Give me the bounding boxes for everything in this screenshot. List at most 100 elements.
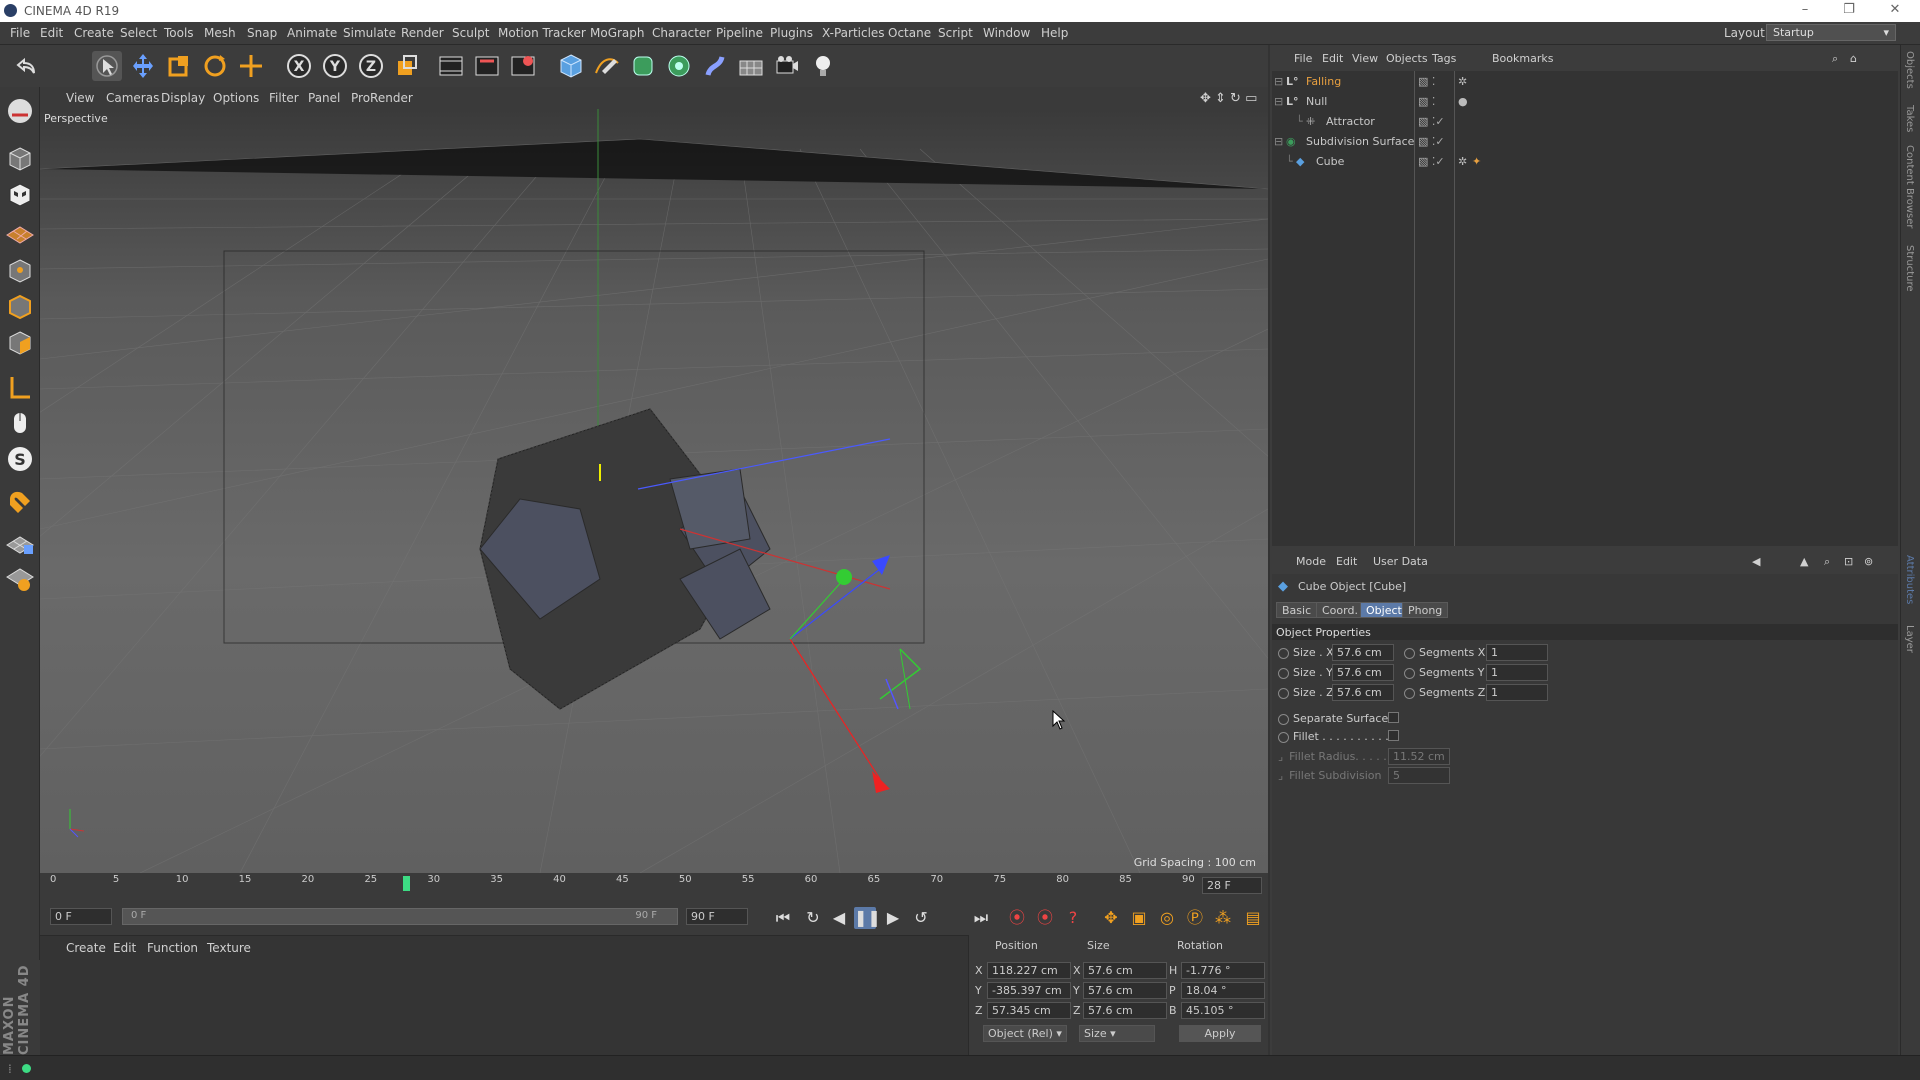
menu-render[interactable]: Render	[401, 26, 444, 40]
material-menu-texture[interactable]: Texture	[207, 941, 251, 955]
x-axis-icon[interactable]: X	[284, 51, 314, 81]
material-menu-create[interactable]: Create	[66, 941, 106, 955]
points-mode-icon[interactable]	[4, 255, 36, 287]
expand-icon[interactable]: ⊟	[1274, 135, 1283, 148]
key-point-level-icon[interactable]: ⁂	[1212, 907, 1234, 929]
material-menu-function[interactable]: Function	[147, 941, 198, 955]
menu-edit[interactable]: Edit	[40, 26, 63, 40]
size-y-field[interactable]: 57.6 cm	[1083, 982, 1167, 999]
menu-help[interactable]: Help	[1041, 26, 1068, 40]
tab-object[interactable]: Object	[1360, 602, 1408, 618]
timeline-playhead[interactable]	[403, 876, 411, 891]
animate-radio[interactable]	[1404, 667, 1415, 679]
attr-segments-y-field[interactable]: 1	[1486, 664, 1548, 681]
object-row-cube[interactable]: └ ◆ Cube ▧ ⁚✓ ✲ ✦	[1272, 152, 1898, 172]
recent-tool-icon[interactable]	[236, 51, 266, 81]
animate-radio[interactable]	[1278, 687, 1289, 699]
menu-x-particles[interactable]: X-Particles	[822, 26, 885, 40]
timeline-ruler[interactable]: 0 5 10 15 20 25 30 35 40 45 50 55 60 65 70 75 80 85 90 28 …	[40, 873, 1268, 899]
record-keyframe-icon[interactable]: ⦿	[1006, 907, 1028, 929]
quantize-icon[interactable]	[4, 563, 36, 595]
expand-icon[interactable]: ⊟	[1274, 95, 1283, 108]
viewport-menu-display[interactable]: Display	[161, 91, 205, 105]
axis-mode-icon[interactable]	[4, 371, 36, 403]
object-menu-view[interactable]: View	[1352, 52, 1378, 65]
size-x-field[interactable]: 57.6 cm	[1083, 962, 1167, 979]
attr-size-x-field[interactable]: 57.6 cm	[1332, 644, 1394, 661]
object-list[interactable]: ⊟ L° Falling ▧ ⁚ ✲ ⊟ L° Null ▧ ⁚ ● └ ⁜ A…	[1272, 71, 1898, 546]
light-icon[interactable]	[808, 51, 838, 81]
render-view-icon[interactable]	[436, 51, 466, 81]
object-row-attractor[interactable]: └ ⁜ Attractor ▧ ⁚✓	[1272, 112, 1898, 132]
texture-mode-icon[interactable]	[4, 179, 36, 211]
attr-segments-x-field[interactable]: 1	[1486, 644, 1548, 661]
menu-tools[interactable]: Tools	[164, 26, 194, 40]
key-parameter-icon[interactable]: Ⓟ	[1184, 907, 1206, 929]
separate-surfaces-checkbox[interactable]	[1388, 712, 1399, 723]
object-row-falling[interactable]: ⊟ L° Falling ▧ ⁚ ✲	[1272, 72, 1898, 92]
position-x-field[interactable]: 118.227 cm	[987, 962, 1071, 979]
solo-mode-icon[interactable]: S	[4, 443, 36, 475]
viewport-menu-options[interactable]: Options	[213, 91, 259, 105]
workplane-lock-icon[interactable]	[4, 527, 36, 559]
object-name[interactable]: Cube	[1316, 155, 1344, 168]
menu-animate[interactable]: Animate	[287, 26, 337, 40]
tab-phong[interactable]: Phong	[1402, 602, 1449, 618]
menu-snap[interactable]: Snap	[247, 26, 277, 40]
expand-icon[interactable]: ⊟	[1274, 75, 1283, 88]
menu-window[interactable]: Window	[983, 26, 1030, 40]
viewport-menu-cameras[interactable]: Cameras	[106, 91, 159, 105]
side-tab-layer[interactable]: Layer	[1904, 625, 1915, 653]
viewport-menu-filter[interactable]: Filter	[269, 91, 299, 105]
side-tab-attributes[interactable]: Attributes	[1904, 555, 1915, 604]
search-icon[interactable]: ⌕	[1824, 555, 1830, 569]
visibility-icons[interactable]: ▧ ⁚	[1418, 75, 1435, 88]
settings-icon[interactable]: ⊚	[1864, 555, 1873, 568]
maximize-button[interactable]: ❐	[1834, 2, 1864, 20]
visibility-icons[interactable]: ▧ ⁚✓	[1418, 155, 1445, 168]
pen-spline-icon[interactable]	[592, 51, 622, 81]
tag-icon[interactable]: ✲	[1458, 155, 1467, 168]
keyframe-selection-icon[interactable]: ?	[1062, 907, 1084, 929]
perspective-viewport[interactable]: Perspective Grid Spacing : 100 cm	[40, 109, 1268, 873]
previous-frame-icon[interactable]: ◀	[828, 907, 850, 929]
scale-icon[interactable]	[164, 51, 194, 81]
apply-button[interactable]: Apply	[1179, 1025, 1261, 1042]
menu-mesh[interactable]: Mesh	[204, 26, 236, 40]
model-mode-icon[interactable]	[4, 143, 36, 175]
tweak-mode-icon[interactable]	[4, 407, 36, 439]
back-arrow-icon[interactable]: ◀	[1752, 555, 1760, 568]
up-arrow-icon[interactable]: ▲	[1800, 555, 1808, 568]
move-icon[interactable]	[128, 51, 158, 81]
workplane-icon[interactable]	[4, 215, 36, 247]
coord-mode-select[interactable]: Object (Rel) ▾	[983, 1025, 1067, 1042]
search-icon[interactable]: ⌕	[1832, 52, 1838, 66]
tag-icon[interactable]: ✦	[1472, 155, 1481, 168]
autokey-icon[interactable]: ⦿	[1034, 907, 1056, 929]
menu-octane[interactable]: Octane	[888, 26, 931, 40]
camera-icon[interactable]	[772, 51, 802, 81]
pause-button[interactable]: ❚❚	[854, 907, 881, 929]
object-menu-bookmarks[interactable]: Bookmarks	[1492, 52, 1553, 65]
material-manager[interactable]: Create Edit Function Texture	[40, 935, 968, 1055]
go-to-end-icon[interactable]: ⏭	[970, 907, 992, 929]
object-menu-tags[interactable]: Tags	[1432, 52, 1456, 65]
viewport-menu-view[interactable]: View	[66, 91, 94, 105]
visibility-icons[interactable]: ▧ ⁚✓	[1418, 135, 1445, 148]
floor-scene-icon[interactable]	[736, 51, 766, 81]
edges-mode-icon[interactable]	[4, 291, 36, 323]
menu-motion-tracker[interactable]: Motion Tracker	[498, 26, 586, 40]
position-y-field[interactable]: -385.397 cm	[987, 982, 1071, 999]
rotation-h-field[interactable]: -1.776 °	[1181, 962, 1265, 979]
attr-segments-z-field[interactable]: 1	[1486, 684, 1548, 701]
frame-range-slider[interactable]: 0 F 90 F	[122, 908, 678, 925]
start-frame-field[interactable]: 0 F	[50, 908, 112, 925]
viewport-nav-icons[interactable]: ✥ ⇕ ↻ ▭	[1200, 91, 1257, 106]
fillet-radius-field[interactable]: 11.52 cm	[1388, 748, 1450, 765]
object-menu-objects[interactable]: Objects	[1386, 52, 1428, 65]
menu-pipeline[interactable]: Pipeline	[716, 26, 763, 40]
menu-create[interactable]: Create	[74, 26, 114, 40]
rotation-b-field[interactable]: 45.105 °	[1181, 1002, 1265, 1019]
key-scale-icon[interactable]: ▣	[1128, 907, 1150, 929]
object-name[interactable]: Attractor	[1326, 115, 1375, 128]
